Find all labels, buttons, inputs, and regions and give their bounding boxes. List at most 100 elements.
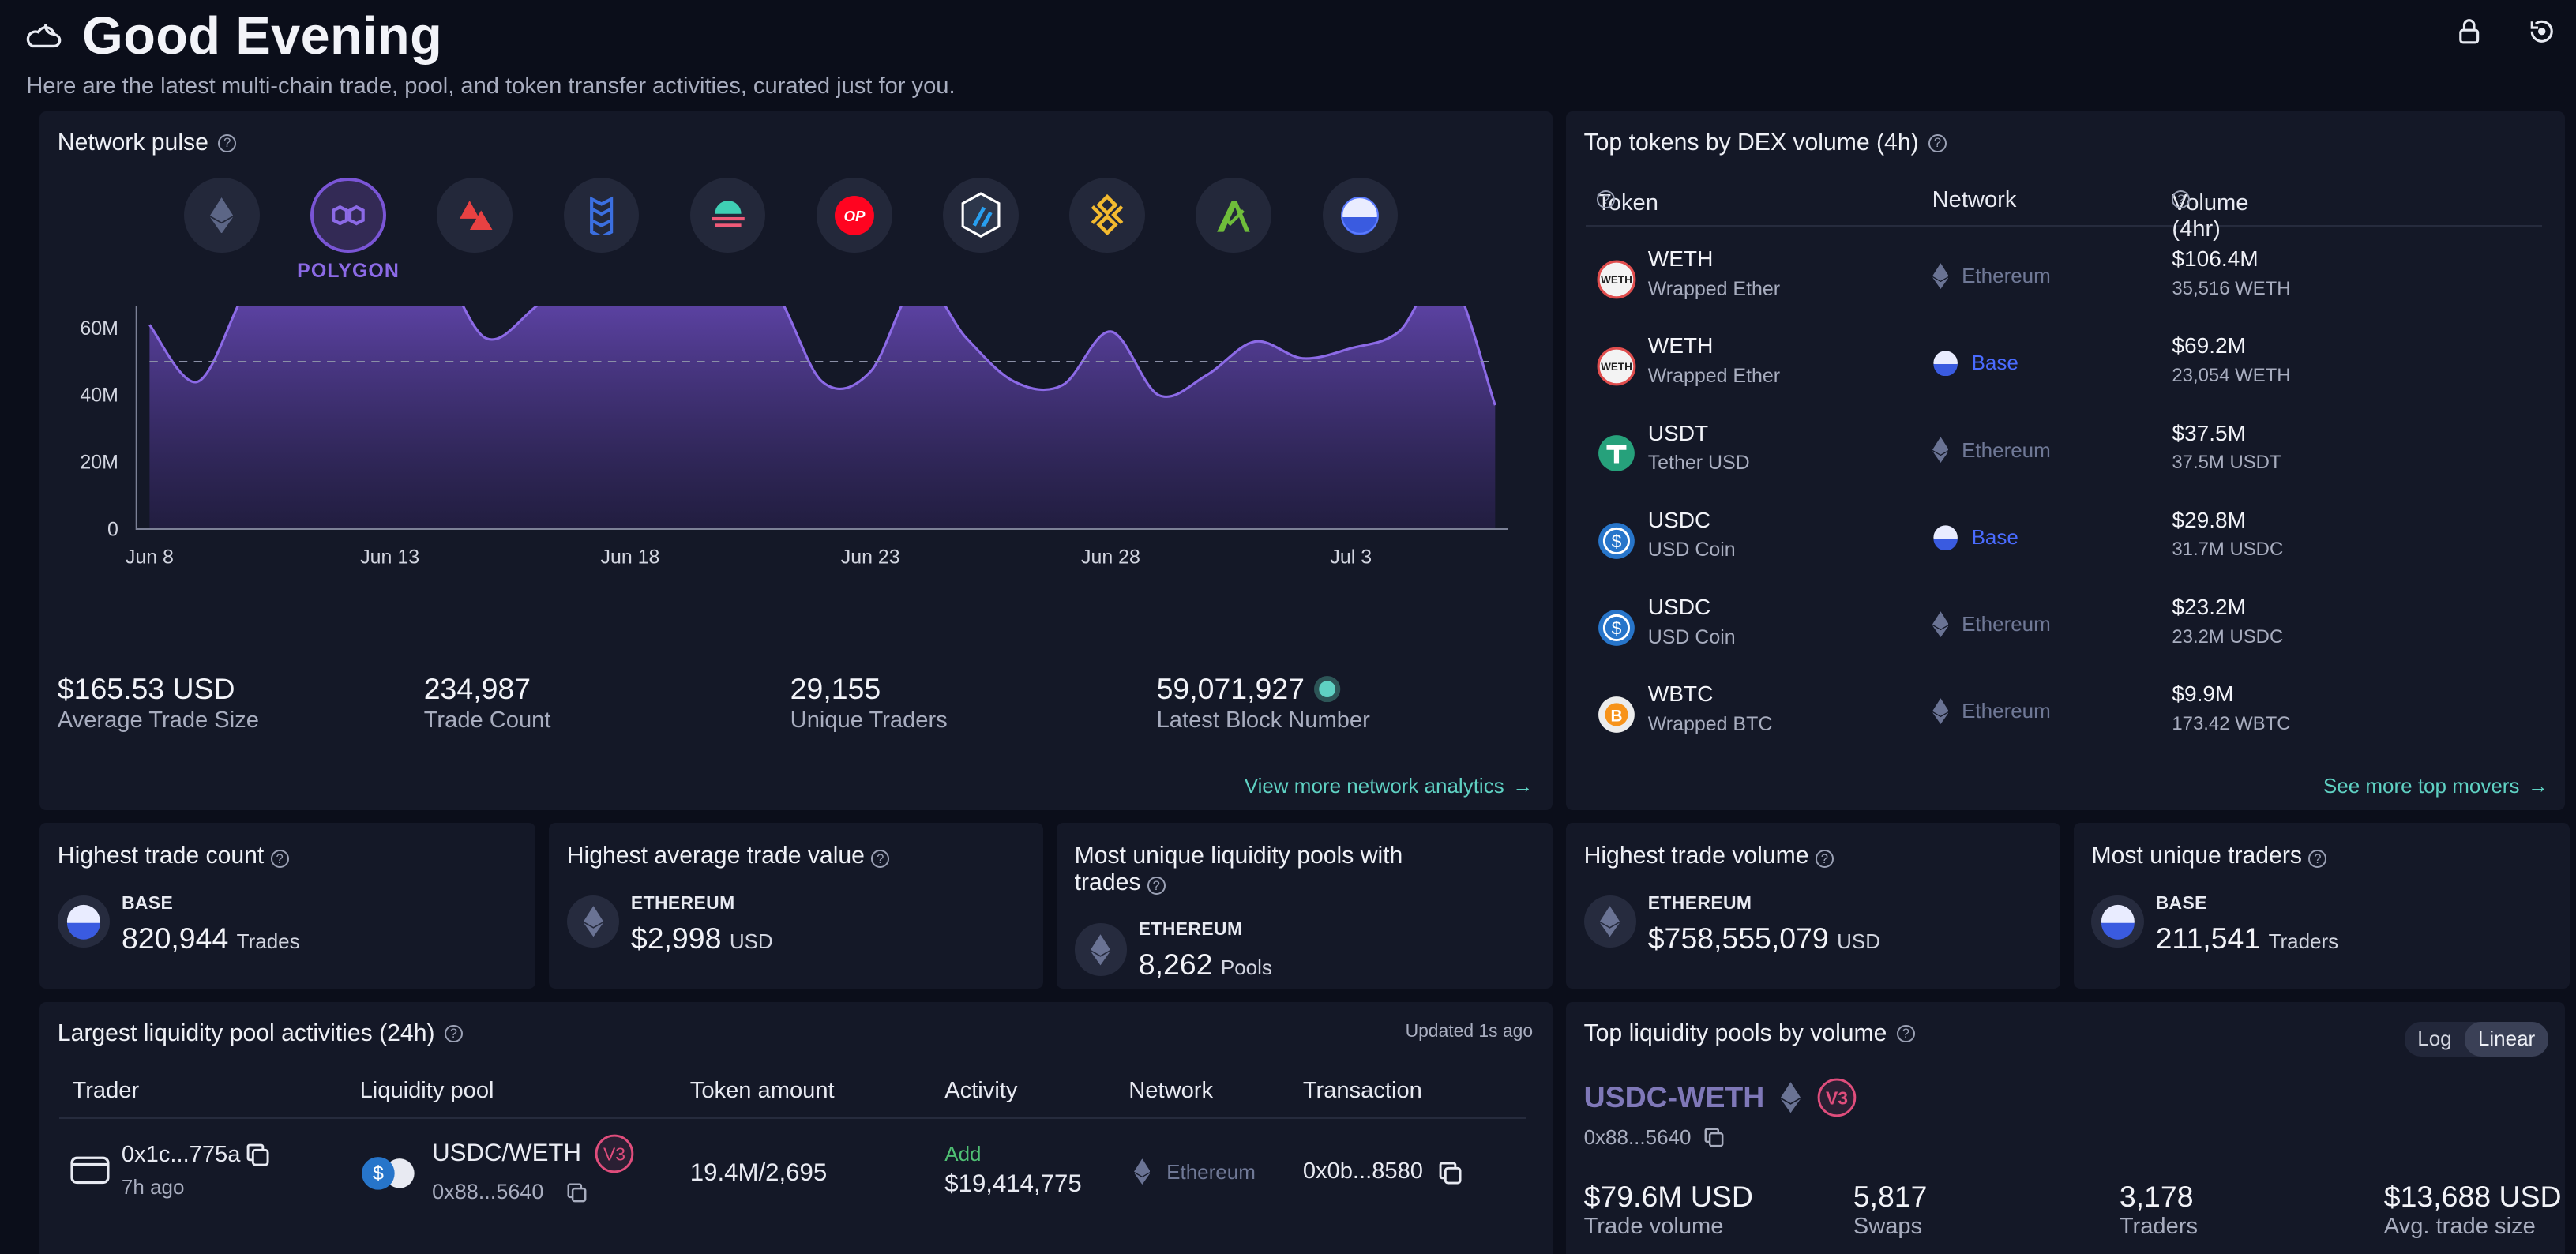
token-row[interactable]: WETH WETH Wrapped Ether Base $69.2M 23,054 WE…: [1586, 330, 2542, 417]
page-header: Good Evening Here are the latest multi-c…: [26, 6, 2556, 99]
metric-network: ETHEREUM: [1138, 918, 1243, 939]
algorand-icon: [1217, 200, 1251, 232]
help-icon[interactable]: ?: [1896, 1024, 1915, 1043]
network-name: Ethereum: [1962, 437, 2051, 462]
token-symbol: USDT: [1647, 420, 1709, 445]
token-amount: 19.4M/2,695: [689, 1158, 828, 1186]
ethereum-icon: [1133, 1158, 1151, 1185]
metric-value: $2,998: [630, 922, 722, 956]
base-icon: [1933, 525, 1958, 550]
view-network-analytics-link[interactable]: View more network analytics →: [1245, 774, 1533, 798]
network-option-optimism[interactable]: OP: [816, 177, 892, 283]
pool-address[interactable]: 0x88...5640: [1584, 1125, 1692, 1150]
page-subtitle: Here are the latest multi-chain trade, p…: [26, 73, 956, 99]
network-option-celo[interactable]: [689, 177, 766, 283]
help-icon[interactable]: ?: [871, 850, 890, 869]
network-option-arbitrum[interactable]: [943, 177, 1019, 283]
pool-name[interactable]: USDC-WETH: [1584, 1080, 1765, 1114]
trader-address[interactable]: 0x1c...775a: [122, 1142, 241, 1168]
token-row[interactable]: USDT Tether USD Ethereum $37.5M 37.5M USDT: [1586, 417, 2542, 504]
toggle-linear[interactable]: Linear: [2465, 1022, 2548, 1057]
svg-text:$: $: [1612, 531, 1622, 551]
network-option-ethereum[interactable]: [184, 177, 260, 283]
moon-cloud-icon: [27, 24, 62, 48]
lock-icon[interactable]: [2454, 17, 2484, 46]
network-option-bnb[interactable]: [1069, 177, 1145, 283]
metric-unit: Trades: [236, 929, 300, 954]
token-row[interactable]: $ USDC USD Coin Ethereum $23.2M 23.2M USDC: [1586, 591, 2542, 678]
help-icon[interactable]: ?: [270, 850, 289, 869]
metric-unit: USD: [1837, 929, 1881, 954]
token-row[interactable]: $ USDC USD Coin Base $29.8M 31.7M USDC: [1586, 505, 2542, 591]
token-volume: $29.8M: [2172, 507, 2247, 532]
transaction-hash[interactable]: 0x0b...8580: [1303, 1158, 1423, 1185]
activity-value: $19,414,775: [944, 1170, 1082, 1198]
token-row[interactable]: B WBTC Wrapped BTC Ethereum $9.9M 173.42 WBTC: [1586, 678, 2542, 765]
network-option-algorand[interactable]: [1196, 177, 1272, 283]
metric-network: BASE: [121, 892, 174, 913]
token-name: Wrapped Ether: [1647, 364, 1781, 387]
token-volume: $9.9M: [2172, 681, 2234, 707]
usdt-icon: [1597, 434, 1636, 473]
refresh-icon[interactable]: [2527, 17, 2556, 46]
x-tick-label: Jun 23: [841, 546, 900, 569]
help-icon[interactable]: ?: [1928, 133, 1947, 152]
network-option-base[interactable]: [1322, 177, 1399, 283]
token-row[interactable]: WETH WETH Wrapped Ether Ethereum $106.4M 35,5…: [1586, 243, 2542, 330]
toggle-log[interactable]: Log: [2405, 1022, 2465, 1056]
ethereum-icon: [1932, 698, 1949, 725]
weth-icon: WETH: [1597, 347, 1636, 386]
metric-card-trade-volume: Highest trade volume ? ETHEREUM $758,555…: [1565, 823, 2060, 989]
network-option-fantom[interactable]: [563, 177, 640, 283]
token-volume-amount: 23,054 WETH: [2172, 364, 2291, 386]
column-network: Network: [1128, 1077, 1214, 1103]
card-title: Top liquidity pools by volume: [1583, 1019, 1887, 1046]
copy-icon[interactable]: [1704, 1128, 1724, 1147]
polygon-icon: [332, 205, 365, 226]
base-icon: [1341, 196, 1380, 235]
token-name: Wrapped Ether: [1647, 277, 1781, 300]
help-icon[interactable]: ?: [444, 1024, 463, 1043]
network-name: Base: [1971, 524, 2018, 549]
token-volume-amount: 23.2M USDC: [2172, 625, 2284, 648]
network-name: Ethereum: [1962, 612, 2051, 636]
table-row[interactable]: 0x1c...775a 7h ago $ USDC/WETH V3 0x88..…: [59, 1134, 1526, 1233]
ethereum-icon: [1074, 923, 1128, 976]
token-volume-amount: 35,516 WETH: [2172, 277, 2291, 299]
column-transaction: Transaction: [1302, 1077, 1422, 1103]
metric-network: BASE: [2155, 892, 2207, 913]
network-option-polygon[interactable]: POLYGON: [297, 177, 399, 283]
help-icon[interactable]: ?: [218, 133, 237, 152]
token-volume: $23.2M: [2172, 595, 2247, 620]
ethereum-icon: [1583, 895, 1637, 948]
arrow-right-icon: →: [1512, 773, 1534, 798]
metric-unit: Pools: [1220, 956, 1272, 980]
svg-text:WETH: WETH: [1601, 274, 1632, 286]
copy-icon[interactable]: [567, 1183, 587, 1203]
base-icon: [2091, 895, 2145, 948]
stat-average-trade-size: $165.53 USD Average Trade Size: [57, 671, 259, 733]
token-name: Wrapped BTC: [1647, 712, 1773, 735]
help-icon[interactable]: ?: [1815, 850, 1834, 869]
base-icon: [1933, 351, 1958, 377]
usdc-icon: $: [1597, 608, 1636, 648]
stat-unique-traders: 29,155 Unique Traders: [790, 671, 948, 733]
see-top-movers-link[interactable]: See more top movers →: [2323, 774, 2548, 798]
network-option-avalanche[interactable]: [437, 177, 513, 283]
usdc-icon: $: [1597, 521, 1636, 561]
metric-unit: Traders: [2268, 929, 2339, 954]
wallet-icon: [70, 1157, 110, 1185]
usdc-weth-pair-icon: $: [361, 1156, 415, 1190]
help-icon[interactable]: ?: [2308, 850, 2327, 869]
copy-icon[interactable]: [246, 1143, 269, 1166]
pool-address[interactable]: 0x88...5640: [432, 1180, 543, 1204]
activity-type: Add: [944, 1141, 982, 1166]
x-tick-label: Jul 3: [1330, 546, 1372, 569]
pool-name[interactable]: USDC/WETH: [432, 1139, 581, 1167]
x-tick-label: Jun 18: [600, 546, 659, 569]
help-icon[interactable]: ?: [1147, 876, 1166, 895]
token-volume-amount: 31.7M USDC: [2172, 539, 2284, 561]
copy-icon[interactable]: [1439, 1162, 1462, 1185]
network-selector: POLYGON OP: [184, 177, 1399, 283]
top-pools-card: Top liquidity pools by volume ? Log Line…: [1565, 1002, 2565, 1254]
